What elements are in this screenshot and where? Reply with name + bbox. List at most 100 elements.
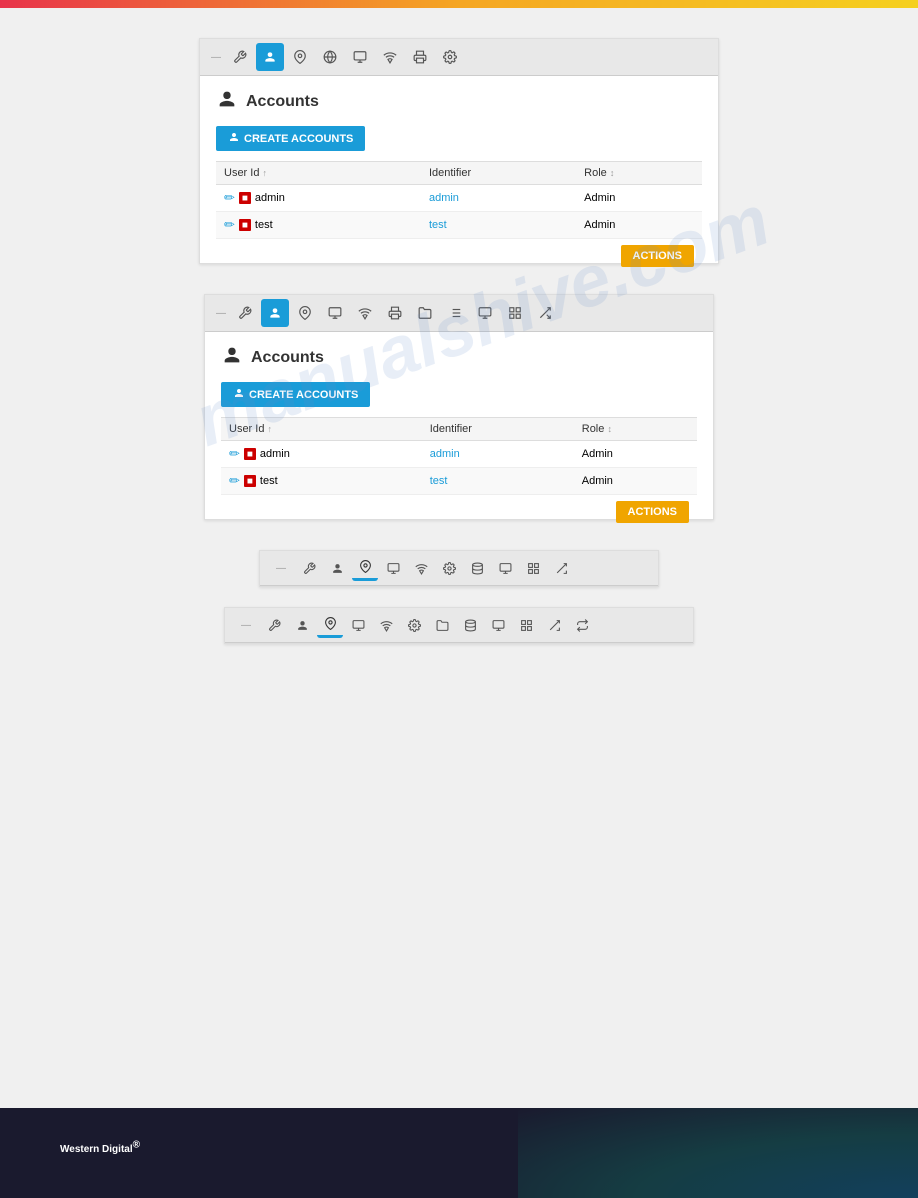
sm2-location[interactable] — [317, 612, 343, 638]
identifier-link-1-1[interactable]: admin — [429, 192, 459, 204]
list-icon-2[interactable] — [441, 299, 469, 327]
accounts-icon-1 — [216, 88, 238, 116]
sm1-db[interactable] — [464, 555, 490, 581]
cell-role-2-1: Admin — [574, 441, 697, 468]
section-header-1: Accounts — [216, 88, 702, 116]
monitor-icon-2[interactable] — [321, 299, 349, 327]
delete-icon-1-2[interactable]: ■ — [239, 219, 251, 231]
main-content: manualshive.com — — [0, 8, 918, 1108]
delete-icon-2-2[interactable]: ■ — [244, 475, 256, 487]
folder-icon-2[interactable] — [411, 299, 439, 327]
col-role-2: Role ↕ — [574, 418, 697, 441]
print-icon-2[interactable] — [381, 299, 409, 327]
sm2-separator: — — [233, 612, 259, 638]
user-icon-1[interactable] — [256, 43, 284, 71]
col-identifier-2: Identifier — [422, 418, 574, 441]
edit-icon-1-1[interactable]: ✏ — [224, 190, 235, 206]
toolbar-separator-1: — — [208, 43, 224, 71]
table-row: ✏ ■ admin admin Admin — [221, 441, 697, 468]
monitor2-icon-2[interactable] — [471, 299, 499, 327]
sm2-user[interactable] — [289, 612, 315, 638]
username-2-1: admin — [260, 448, 290, 460]
wifi-icon-1[interactable] — [376, 43, 404, 71]
toolbar-separator-2: — — [213, 299, 229, 327]
footer: Western Digital® — [0, 1108, 918, 1198]
location-icon-1[interactable] — [286, 43, 314, 71]
wifi-icon-2[interactable] — [351, 299, 379, 327]
identifier-link-2-2[interactable]: test — [430, 475, 448, 487]
create-accounts-button-1[interactable]: CREATE ACCOUNTS — [216, 126, 365, 151]
cell-identifier-1-2: test — [421, 212, 576, 239]
cell-identifier-2-2: test — [422, 468, 574, 495]
identifier-link-2-1[interactable]: admin — [430, 448, 460, 460]
sm1-separator: — — [268, 555, 294, 581]
toolbar-2: — — [205, 295, 713, 332]
footer-logo-text: Western Digital® — [60, 1144, 140, 1155]
sm2-wifi[interactable] — [373, 612, 399, 638]
print-icon-1[interactable] — [406, 43, 434, 71]
sm2-wrench[interactable] — [261, 612, 287, 638]
trademark-symbol: ® — [133, 1140, 140, 1151]
footer-logo: Western Digital® — [60, 1140, 140, 1167]
sm1-monitor[interactable] — [380, 555, 406, 581]
create-accounts-label-2: CREATE ACCOUNTS — [249, 389, 358, 401]
delete-icon-1-1[interactable]: ■ — [239, 192, 251, 204]
sm1-gear[interactable] — [436, 555, 462, 581]
arrows-icon-2[interactable] — [531, 299, 559, 327]
edit-icon-1-2[interactable]: ✏ — [224, 217, 235, 233]
create-accounts-button-2[interactable]: CREATE ACCOUNTS — [221, 382, 370, 407]
gear-icon-1[interactable] — [436, 43, 464, 71]
top-gradient-bar — [0, 0, 918, 8]
accounts-table-2: User Id ↑ Identifier Role ↕ ✏ ■ admin — [221, 417, 697, 495]
edit-icon-2-2[interactable]: ✏ — [229, 473, 240, 489]
cell-role-1-1: Admin — [576, 185, 702, 212]
globe-icon-1[interactable] — [316, 43, 344, 71]
sm2-gear[interactable] — [401, 612, 427, 638]
edit-icon-2-1[interactable]: ✏ — [229, 446, 240, 462]
col-userid-2: User Id ↑ — [221, 418, 422, 441]
col-userid-1: User Id ↑ — [216, 162, 421, 185]
wrench-icon-2[interactable] — [231, 299, 259, 327]
table-row: ✏ ■ admin admin Admin — [216, 185, 702, 212]
user-icon-2[interactable] — [261, 299, 289, 327]
create-accounts-label-1: CREATE ACCOUNTS — [244, 133, 353, 145]
monitor-icon-1[interactable] — [346, 43, 374, 71]
identifier-link-1-2[interactable]: test — [429, 219, 447, 231]
cell-userid-2-1: ✏ ■ admin — [221, 441, 422, 468]
sm1-wrench[interactable] — [296, 555, 322, 581]
small-toolbar-1: — — [260, 551, 658, 586]
accounts-table-1: User Id ↑ Identifier Role ↕ ✏ ■ admin — [216, 161, 702, 239]
sm2-folder[interactable] — [429, 612, 455, 638]
col-identifier-1: Identifier — [421, 162, 576, 185]
actions-button-2[interactable]: ACTIONS — [616, 501, 690, 523]
section-title-1: Accounts — [246, 93, 319, 111]
table-row: ✏ ■ test test Admin — [216, 212, 702, 239]
actions-button-1[interactable]: ACTIONS — [621, 245, 695, 267]
small-panel-1: — — [259, 550, 659, 587]
sm2-grid[interactable] — [513, 612, 539, 638]
delete-icon-2-1[interactable]: ■ — [244, 448, 256, 460]
sm2-arrows[interactable] — [541, 612, 567, 638]
username-1-1: admin — [255, 192, 285, 204]
sm2-monitor[interactable] — [345, 612, 371, 638]
wrench-icon-1[interactable] — [226, 43, 254, 71]
location-icon-2[interactable] — [291, 299, 319, 327]
username-2-2: test — [260, 475, 278, 487]
panel-2: — — [204, 294, 714, 520]
sm2-db[interactable] — [457, 612, 483, 638]
sm1-grid[interactable] — [520, 555, 546, 581]
sm1-monitor2[interactable] — [492, 555, 518, 581]
username-1-2: test — [255, 219, 273, 231]
sm1-user[interactable] — [324, 555, 350, 581]
grid-icon-2[interactable] — [501, 299, 529, 327]
sm2-monitor2[interactable] — [485, 612, 511, 638]
sm1-arrows[interactable] — [548, 555, 574, 581]
accounts-icon-2 — [221, 344, 243, 372]
sm2-swap[interactable] — [569, 612, 595, 638]
toolbar-1: — — [200, 39, 718, 76]
sm1-wifi[interactable] — [408, 555, 434, 581]
cell-identifier-1-1: admin — [421, 185, 576, 212]
create-btn-icon-1 — [228, 131, 240, 146]
footer-background — [518, 1108, 918, 1198]
sm1-location[interactable] — [352, 555, 378, 581]
